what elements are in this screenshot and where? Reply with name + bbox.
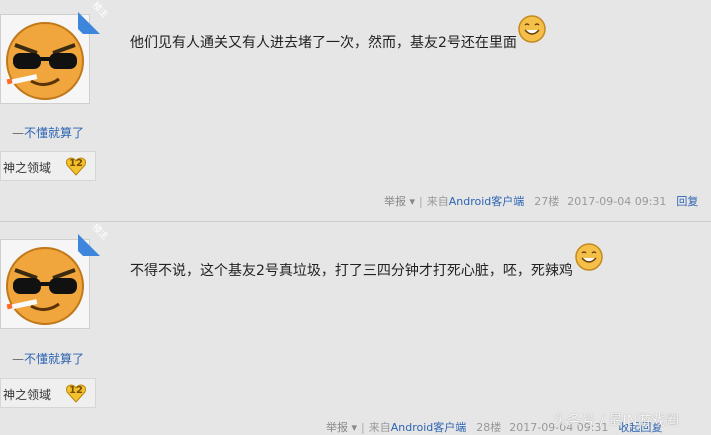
source-prefix: 来自 [368, 421, 391, 434]
sunglasses-avatar-icon [1, 15, 89, 103]
forum-membership[interactable]: 神之领域 12 [0, 378, 96, 408]
post-floor-27: 楼主 —不懂就算了 神之领域 12 他们见有人通关又有人进去堵了一次，然而，基友… [0, 0, 711, 221]
dropdown-caret-icon: ▾ [351, 421, 358, 434]
smiley-emoji-icon [518, 15, 546, 43]
reply-button[interactable]: 回复 [676, 195, 698, 208]
badge-label: 楼主 [90, 0, 110, 21]
forum-membership[interactable]: 神之领域 12 [0, 151, 96, 181]
level-number: 12 [69, 158, 83, 169]
username-prefix: — [12, 126, 24, 140]
post-content: 不得不说，这个基友2号真垃圾，打了三四分钟才打死心脏，呸，死辣鸡 [130, 263, 573, 279]
report-link[interactable]: 举报 ▾ [384, 195, 415, 208]
level-badge: 12 [65, 155, 87, 177]
post-footer: 举报 ▾ | 来自Android客户端 27楼 2017-09-04 09:31 回复 [384, 195, 699, 208]
smiley-emoji-icon [575, 243, 603, 271]
username-link[interactable]: —不懂就算了 [12, 124, 84, 141]
post-content: 他们见有人通关又有人进去堵了一次，然而，基友2号还在里面 [130, 35, 517, 51]
username-text: 不懂就算了 [24, 352, 85, 366]
source-prefix: 来自 [426, 195, 449, 208]
post-time: 2017-09-04 09:31 [567, 195, 667, 208]
thread-author-badge: 楼主 [78, 222, 112, 256]
forum-name: 神之领域 [3, 161, 52, 175]
level-badge: 12 [65, 382, 87, 404]
forum-name: 神之领域 [3, 388, 52, 402]
avatar[interactable] [0, 14, 90, 104]
author-column: 楼主 —不懂就算了 神之领域 12 [0, 222, 112, 435]
sunglasses-avatar-icon [1, 240, 89, 328]
username-text: 不懂就算了 [24, 126, 85, 140]
floor-number: 27楼 [534, 195, 560, 208]
badge-label: 楼主 [90, 222, 110, 243]
level-number: 12 [69, 385, 83, 396]
thread-author-badge: 楼主 [78, 0, 112, 34]
watermark: 头条号 / 最IN游戏圈 [553, 413, 680, 429]
avatar[interactable] [0, 239, 90, 329]
source-link[interactable]: Android客户端 [391, 421, 467, 434]
floor-number: 28楼 [476, 421, 502, 434]
author-column: 楼主 —不懂就算了 神之领域 12 [0, 0, 112, 221]
username-prefix: — [12, 352, 24, 366]
post-floor-28: 楼主 —不懂就算了 神之领域 12 不得不说，这个基友2号真垃圾，打了三四分钟才… [0, 222, 711, 435]
dropdown-caret-icon: ▾ [409, 195, 416, 208]
username-link[interactable]: —不懂就算了 [12, 350, 84, 367]
source-link[interactable]: Android客户端 [449, 195, 525, 208]
report-link[interactable]: 举报 ▾ [326, 421, 357, 434]
